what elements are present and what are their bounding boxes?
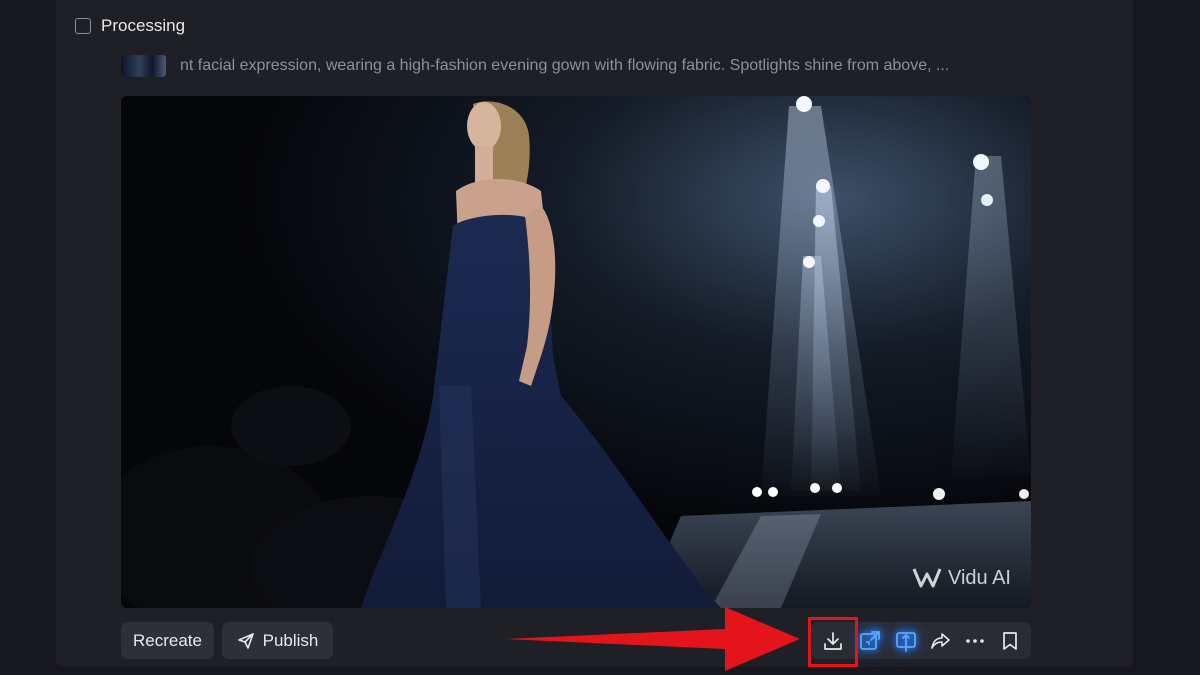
publish-label: Publish [262, 630, 319, 650]
video-watermark: Vidu AI [912, 566, 1011, 590]
publish-button[interactable]: Publish [222, 622, 333, 659]
select-checkbox[interactable] [75, 18, 91, 34]
download-highlight-box [808, 617, 858, 667]
status-label: Processing [101, 16, 186, 35]
bookmark-button[interactable] [995, 626, 1025, 656]
prompt-text: nt facial expression, wearing a high-fas… [180, 57, 950, 74]
upscale-button[interactable] [891, 626, 921, 656]
card-header: Processing [75, 14, 185, 38]
video-player[interactable]: Vidu AI [121, 96, 1031, 608]
bookmark-icon [1003, 632, 1017, 650]
extend-icon [860, 631, 880, 650]
share-icon [931, 633, 950, 649]
upscale-icon [896, 632, 916, 652]
more-button[interactable] [960, 626, 990, 656]
prompt-row: nt facial expression, wearing a high-fas… [121, 54, 949, 78]
video-frame [121, 96, 1031, 608]
extend-button[interactable] [855, 626, 885, 656]
share-button[interactable] [925, 626, 955, 656]
recreate-button[interactable]: Recreate [121, 622, 214, 659]
vidu-logo-icon [912, 568, 942, 588]
more-icon [966, 639, 984, 643]
recreate-label: Recreate [133, 630, 202, 650]
watermark-text: Vidu AI [947, 566, 1011, 589]
reference-thumbnail[interactable] [121, 55, 166, 77]
send-icon [237, 632, 254, 649]
pointer-arrow [505, 607, 800, 671]
